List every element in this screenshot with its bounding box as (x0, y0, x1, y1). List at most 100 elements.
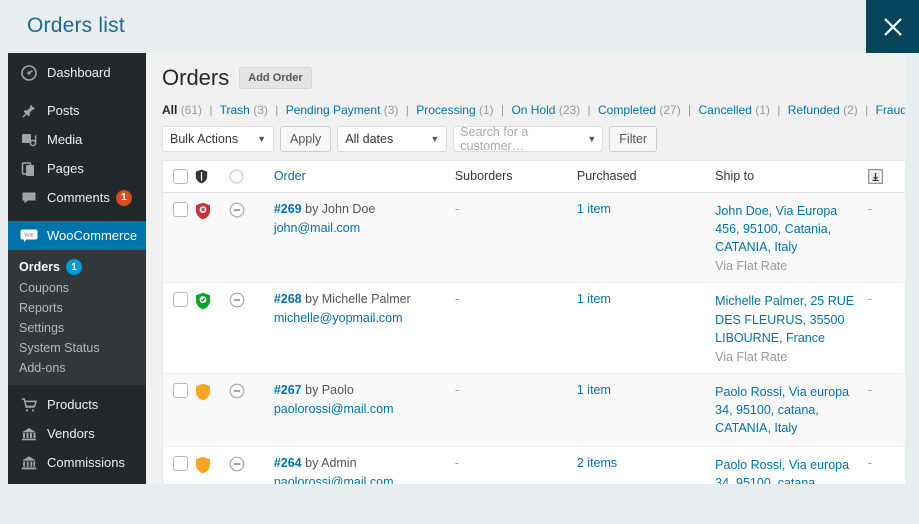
sidebar-separator (8, 212, 146, 221)
order-customer-email[interactable]: john@mail.com (274, 221, 449, 235)
shield-icon (195, 456, 210, 474)
filter-link-processing[interactable]: Processing (416, 103, 475, 117)
purchased-items-link[interactable]: 2 items (577, 456, 617, 470)
submenu-item-add-ons[interactable]: Add-ons (8, 358, 146, 378)
submenu-item-settings[interactable]: Settings (8, 318, 146, 338)
order-customer-email[interactable]: michelle@yopmail.com (274, 311, 449, 325)
filter-count-cancelled: (1) (755, 103, 770, 117)
sidebar-item-dashboard[interactable]: Dashboard (8, 58, 146, 87)
close-button[interactable] (866, 0, 919, 53)
order-customer-name: by Paolo (305, 382, 354, 397)
filter-link-refunded[interactable]: Refunded (788, 103, 840, 117)
order-customer-name: by Michelle Palmer (305, 292, 411, 307)
order-note-icon (867, 169, 883, 184)
submenu-item-label: System Status (19, 341, 100, 355)
sidebar-item-label: Media (47, 132, 83, 147)
submenu-item-system-status[interactable]: System Status (8, 338, 146, 358)
sidebar-item-commissions[interactable]: Commissions (8, 448, 146, 477)
ship-to-address: Paolo Rossi, Via europa 34, 95100, catan… (715, 384, 850, 435)
filter-link-fraud-risk[interactable]: Fraud risk check not pass (876, 103, 905, 117)
order-number-link[interactable]: #267 (274, 383, 302, 397)
sidebar-separator (8, 87, 146, 96)
order-note-cell: - (867, 456, 872, 471)
sidebar-item-posts[interactable]: Posts (8, 96, 146, 125)
sidebar-item-pages[interactable]: Pages (8, 154, 146, 183)
purchased-items-link[interactable]: 1 item (577, 383, 611, 397)
sidebar-item-comments[interactable]: Comments 1 (8, 183, 146, 212)
apply-button[interactable]: Apply (280, 126, 332, 152)
ship-to-cell: John Doe, Via Europa 456, 95100, Catania… (715, 193, 868, 283)
ship-to-column-header: Ship to (715, 160, 868, 193)
table-row[interactable]: #269 by John Doe john@mail.com - 1 item … (162, 192, 905, 283)
order-customer-email[interactable]: paolorossi@mail.com (274, 402, 449, 416)
order-customer-email[interactable]: paolorossi@mail.com (274, 475, 449, 484)
suborders-column-header: Suborders (454, 160, 577, 193)
order-note-column-header[interactable] (867, 160, 905, 193)
row-checkbox[interactable] (173, 202, 188, 217)
sidebar-item-label: Comments (47, 190, 110, 205)
filter-link-completed[interactable]: Completed (598, 103, 656, 117)
order-number-link[interactable]: #269 (274, 202, 302, 216)
ship-to-address: Michelle Palmer, 25 RUE DES FLEURUS, 355… (715, 294, 855, 345)
fraud-column-header[interactable] (194, 160, 230, 193)
filter-link-trash[interactable]: Trash (220, 103, 250, 117)
order-customer-name: by Admin (305, 456, 357, 471)
status-column-header[interactable] (229, 160, 274, 193)
table-row[interactable]: #267 by Paolo paolorossi@mail.com - 1 it… (162, 373, 905, 447)
pages-icon (19, 159, 39, 179)
filter-count-completed: (27) (659, 103, 681, 117)
filter-count-trash: (3) (253, 103, 268, 117)
filter-link-on-hold[interactable]: On Hold (511, 103, 555, 117)
bulk-actions-value: Bulk Actions (170, 132, 239, 146)
order-cell: #267 by Paolo paolorossi@mail.com (274, 373, 455, 446)
order-number-link[interactable]: #264 (274, 456, 302, 470)
shield-check-icon (195, 293, 210, 310)
submenu-item-reports[interactable]: Reports (8, 298, 146, 318)
filter-link-all[interactable]: All (162, 103, 177, 117)
row-checkbox[interactable] (173, 456, 188, 472)
status-circle-icon (229, 169, 244, 184)
table-row[interactable]: #268 by Michelle Palmer michelle@yopmail… (162, 283, 905, 374)
filter-separator: | (688, 103, 692, 117)
vendors-icon (19, 424, 39, 444)
select-all-checkbox[interactable] (173, 169, 188, 184)
filter-link-pending-payment[interactable]: Pending Payment (286, 103, 381, 117)
sidebar-item-label: Pages (47, 161, 84, 176)
table-row[interactable]: #264 by Admin paolorossi@mail.com - 2 it… (163, 447, 906, 484)
filter-link-cancelled[interactable]: Cancelled (699, 103, 752, 117)
filter-count-pending-payment: (3) (383, 103, 399, 117)
ship-to-cell: Paolo Rossi, Via europa 34, 95100, catan… (715, 447, 868, 484)
submenu-item-orders[interactable]: Orders 1 (8, 256, 146, 278)
row-checkbox[interactable] (173, 382, 188, 398)
submenu-item-coupons[interactable]: Coupons (8, 278, 146, 298)
sidebar-item-label: WooCommerce (47, 228, 138, 243)
chevron-down-icon: ▼ (430, 134, 440, 144)
order-column-header[interactable]: Order (273, 160, 455, 193)
row-select-cell (163, 373, 195, 446)
date-filter-select[interactable]: All dates ▼ (337, 126, 448, 152)
circle-minus-icon (229, 292, 245, 308)
suborders-cell: - (454, 382, 460, 397)
row-checkbox[interactable] (173, 292, 188, 308)
sidebar-item-media[interactable]: Media (8, 125, 146, 154)
ship-to-cell: Paolo Rossi, Via europa 34, 95100, catan… (715, 373, 868, 446)
sidebar-bottom-group: Products Vendors Commissions (8, 385, 146, 477)
sidebar-item-vendors[interactable]: Vendors (8, 419, 146, 448)
sidebar-item-woocommerce[interactable]: woo WooCommerce (8, 221, 146, 250)
filter-separator: | (865, 103, 869, 117)
purchased-items-link[interactable]: 1 item (577, 202, 611, 216)
bulk-actions-select[interactable]: Bulk Actions ▼ (162, 126, 274, 152)
sidebar-item-products[interactable]: Products (8, 390, 146, 419)
filter-button[interactable]: Filter (609, 126, 658, 152)
date-filter-value: All dates (345, 132, 394, 146)
filter-separator: | (587, 103, 591, 117)
order-number-link[interactable]: #268 (274, 292, 302, 306)
filter-count-all: (61) (180, 103, 203, 117)
purchased-items-link[interactable]: 1 item (577, 292, 611, 306)
shield-icon (195, 169, 207, 184)
add-order-button[interactable]: Add Order (239, 66, 312, 90)
shield-x-icon (195, 202, 210, 220)
close-icon (883, 17, 902, 36)
customer-search-input[interactable]: Search for a customer… ▼ (453, 125, 604, 153)
suborders-cell: - (454, 456, 460, 471)
